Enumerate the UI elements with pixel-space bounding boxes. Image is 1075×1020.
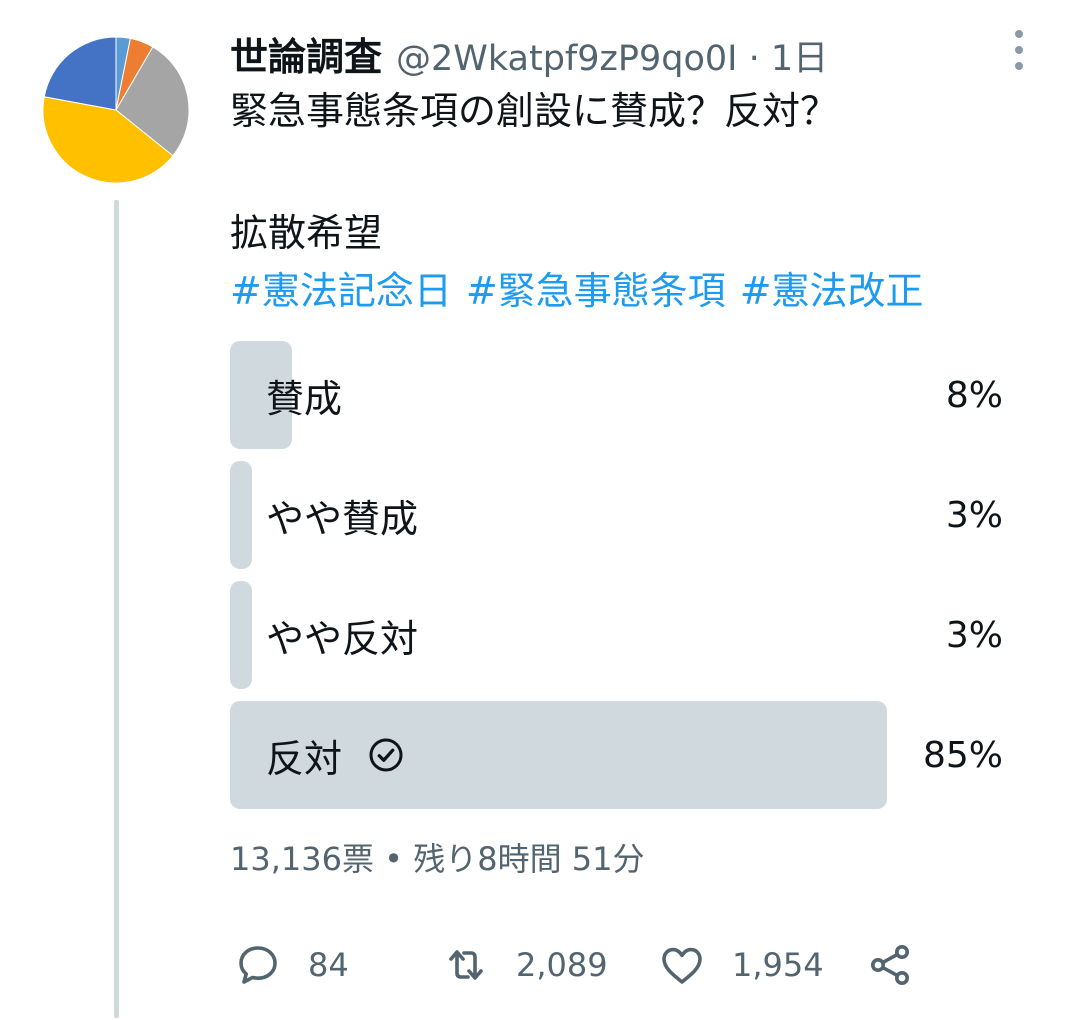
tweet-header: 世論調査 @2Wkatpf9zP9qo0I · 1日 [230, 26, 828, 81]
poll-option: 賛成 8% [230, 341, 1003, 449]
meta-separator: • [373, 840, 414, 878]
poll-meta: 13,136票 • 残り8時間 51分 [230, 834, 644, 880]
avatar-pie-slice [43, 36, 117, 111]
poll-option: 反対 85% [230, 701, 1003, 809]
hashtag-link[interactable]: #緊急事態条項 [466, 269, 726, 313]
display-name[interactable]: 世論調査 [230, 26, 382, 81]
poll-option-percent: 3% [945, 494, 1003, 536]
retweet-count: 2,089 [516, 946, 608, 984]
reply-count: 84 [308, 946, 349, 984]
hashtag-link[interactable]: #憲法改正 [740, 269, 924, 313]
poll-option-percent: 85% [922, 734, 1003, 776]
separator: · [737, 39, 771, 79]
poll-option-label: やや反対 [266, 616, 419, 661]
like-button[interactable]: 1,954 [658, 940, 824, 990]
poll-bar [230, 581, 252, 689]
poll-bar [230, 461, 252, 569]
poll-option-percent: 3% [945, 614, 1003, 656]
share-icon [871, 945, 909, 985]
thread-line [114, 200, 119, 1018]
poll-option-label: 反対 [266, 701, 404, 809]
poll-option-label: やや賛成 [266, 496, 419, 541]
avatar[interactable] [42, 36, 190, 184]
like-count: 1,954 [732, 946, 824, 984]
reply-button[interactable]: 84 [234, 940, 349, 990]
tweet-text-line-1: 緊急事態条項の創設に賛成？反対？ [230, 89, 839, 133]
user-handle[interactable]: @2Wkatpf9zP9qo0I [396, 39, 737, 79]
poll-option: やや反対 3% [230, 581, 1003, 689]
hashtags: #憲法記念日 #緊急事態条項 #憲法改正 [230, 268, 938, 314]
vote-count: 13,136票 [230, 840, 374, 878]
poll-option-percent: 8% [945, 374, 1003, 416]
tweet-text-line-2: 拡散希望 [230, 211, 383, 255]
time-remaining: 残り8時間 51分 [413, 840, 645, 878]
retweet-icon [449, 950, 483, 980]
poll-option-label-text: 反対 [266, 736, 343, 781]
hashtag-link[interactable]: #憲法記念日 [230, 269, 452, 313]
retweet-button[interactable]: 2,089 [442, 940, 608, 990]
like-icon [662, 947, 702, 984]
share-button[interactable] [866, 940, 914, 990]
poll-option: やや賛成 3% [230, 461, 1003, 569]
more-options-icon[interactable] [1012, 30, 1026, 70]
check-circle-icon [369, 738, 403, 772]
poll-option-label: 賛成 [266, 376, 343, 421]
reply-icon [239, 946, 277, 984]
timestamp[interactable]: 1日 [771, 30, 828, 81]
